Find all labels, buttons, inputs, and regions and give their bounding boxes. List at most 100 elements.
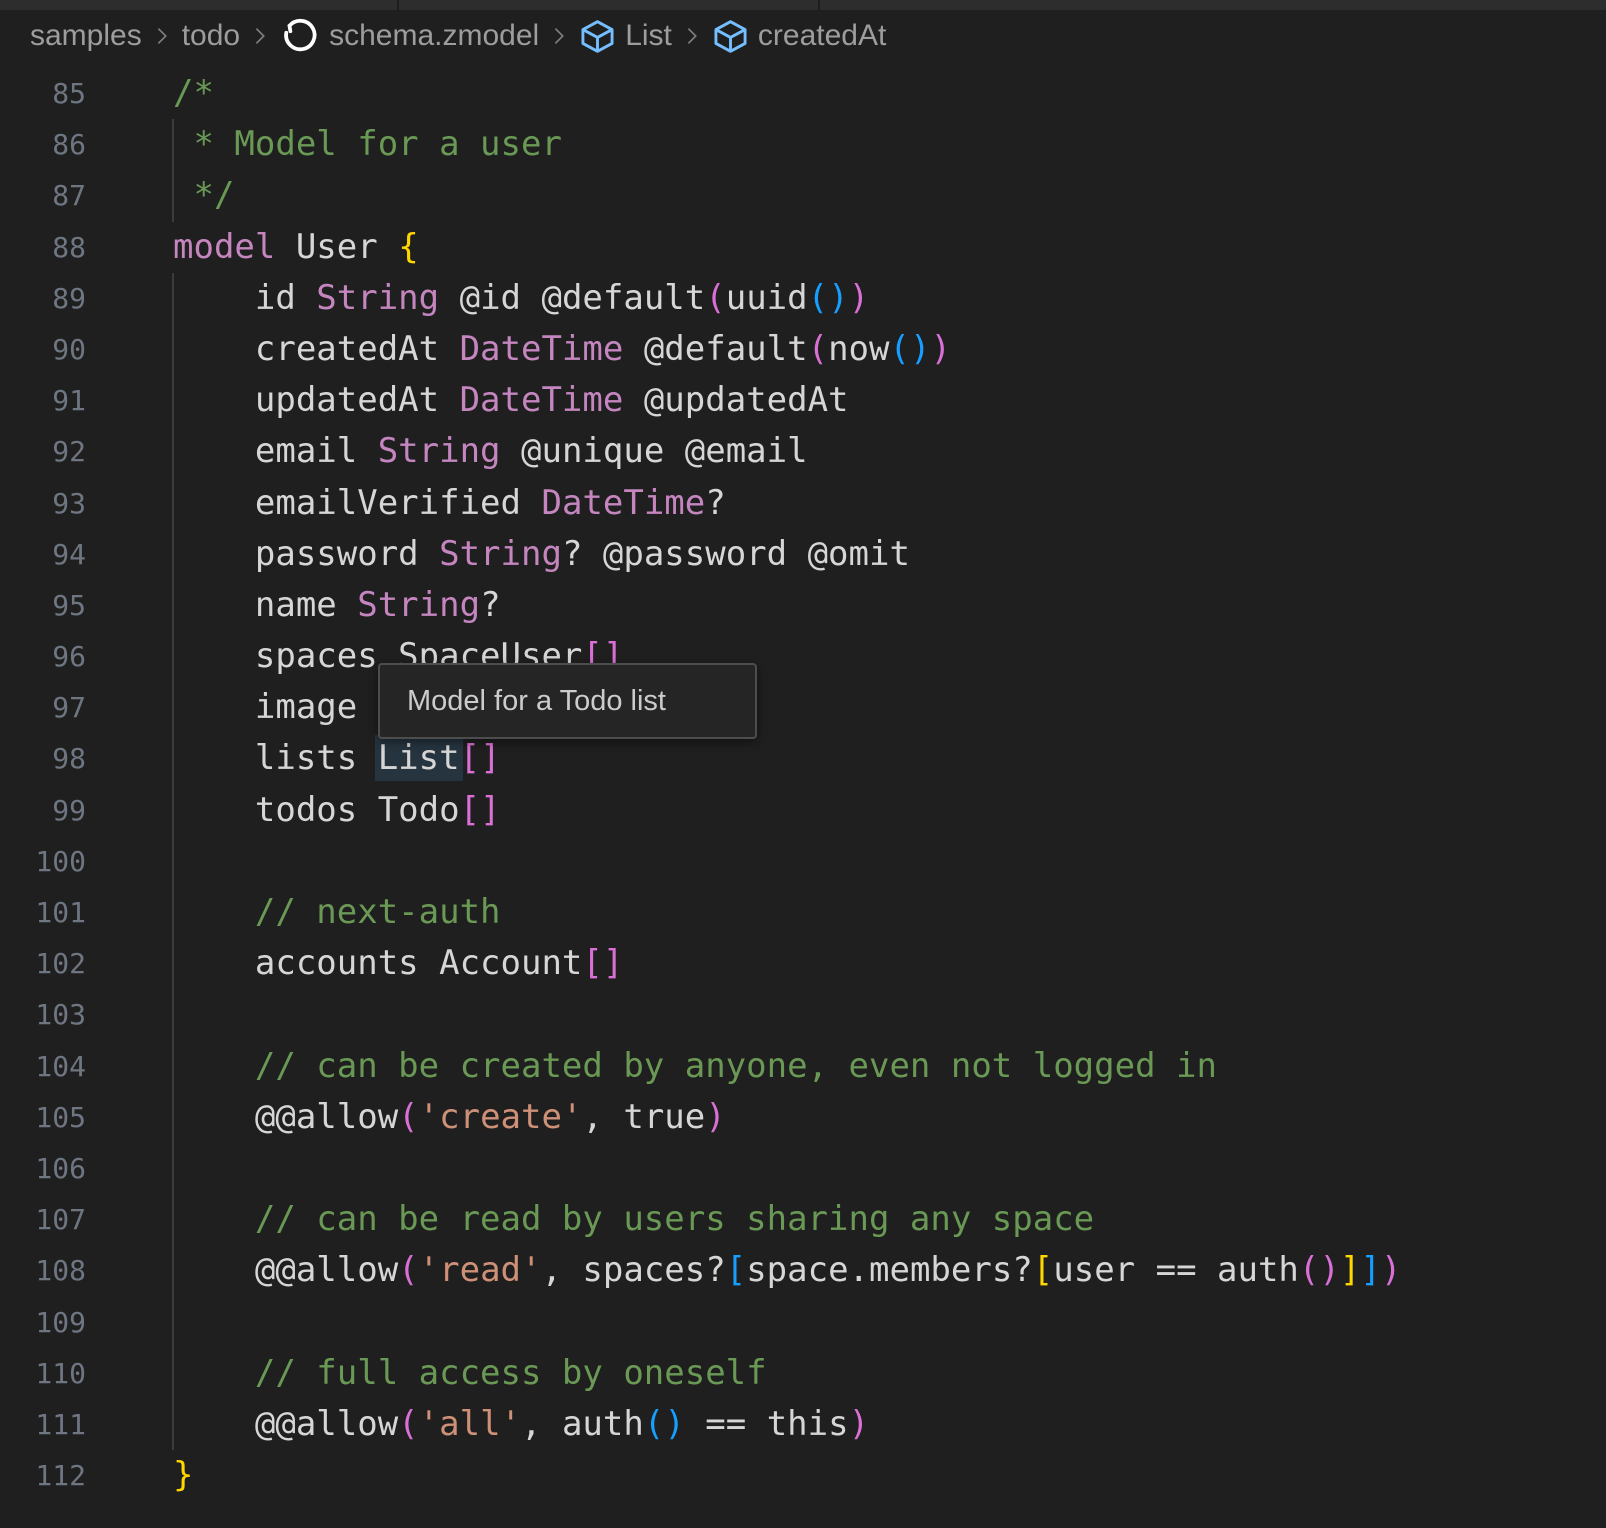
code-text[interactable]: image: [173, 682, 357, 733]
code-text[interactable]: id String @id @default(uuid()): [173, 273, 869, 324]
breadcrumb-item-samples[interactable]: samples: [30, 19, 142, 53]
code-line: 106: [0, 1143, 1606, 1194]
symbol-cube-icon: [712, 18, 749, 55]
line-number[interactable]: 93: [0, 478, 86, 529]
line-number[interactable]: 92: [0, 426, 86, 477]
code-line: 88 model User {: [0, 222, 1606, 273]
line-number[interactable]: 104: [0, 1041, 86, 1092]
chevron-right-icon: [682, 21, 702, 51]
code-line: 101 // next-auth: [0, 887, 1606, 938]
breadcrumb-item-createdat[interactable]: createdAt: [758, 19, 886, 53]
hover-tooltip-text: Model for a Todo list: [407, 685, 666, 718]
line-number[interactable]: 86: [0, 119, 86, 170]
code-line: 92 email String @unique @email: [0, 426, 1606, 477]
line-number[interactable]: 95: [0, 580, 86, 631]
line-number[interactable]: 90: [0, 324, 86, 375]
line-number[interactable]: 97: [0, 682, 86, 733]
line-number[interactable]: 109: [0, 1297, 86, 1348]
line-number[interactable]: 88: [0, 222, 86, 273]
breadcrumb-item-todo[interactable]: todo: [182, 19, 240, 53]
code-text[interactable]: email String @unique @email: [173, 426, 808, 477]
hover-tooltip: Model for a Todo list: [378, 663, 757, 739]
code-text[interactable]: createdAt DateTime @default(now()): [173, 324, 951, 375]
sync-icon: [280, 16, 320, 56]
code-text[interactable]: * Model for a user: [173, 119, 562, 170]
indent-guide-line: [172, 989, 174, 1040]
line-number[interactable]: 100: [0, 836, 86, 887]
line-number[interactable]: 89: [0, 273, 86, 324]
line-number[interactable]: 107: [0, 1194, 86, 1245]
code-text[interactable]: emailVerified DateTime?: [173, 478, 726, 529]
code-text[interactable]: @@allow('read', spaces?[space.members?[u…: [173, 1245, 1401, 1296]
code-line: 85 /*: [0, 68, 1606, 119]
chevron-right-icon: [549, 21, 569, 51]
code-line: 109: [0, 1297, 1606, 1348]
line-number[interactable]: 103: [0, 989, 86, 1040]
code-line: 100: [0, 836, 1606, 887]
code-text[interactable]: @@allow('all', auth() == this): [173, 1399, 869, 1450]
code-text[interactable]: }: [173, 1450, 193, 1501]
breadcrumb-item-list[interactable]: List: [625, 19, 672, 53]
code-line: 98 lists List[]: [0, 733, 1606, 784]
line-number[interactable]: 106: [0, 1143, 86, 1194]
code-line: 110 // full access by oneself: [0, 1348, 1606, 1399]
line-number[interactable]: 87: [0, 170, 86, 221]
symbol-cube-icon: [579, 18, 616, 55]
code-line: 93 emailVerified DateTime?: [0, 478, 1606, 529]
line-number[interactable]: 96: [0, 631, 86, 682]
line-number[interactable]: 102: [0, 938, 86, 989]
code-line: 97 image: [0, 682, 1606, 733]
chevron-right-icon: [152, 21, 172, 51]
code-line: 104 // can be created by anyone, even no…: [0, 1041, 1606, 1092]
code-text[interactable]: model User {: [173, 222, 419, 273]
code-line: 96 spaces SpaceUser[]: [0, 631, 1606, 682]
code-line: 86 * Model for a user: [0, 119, 1606, 170]
breadcrumb-item-schema-zmodel[interactable]: schema.zmodel: [329, 19, 539, 53]
code-line: 90 createdAt DateTime @default(now()): [0, 324, 1606, 375]
code-line: 102 accounts Account[]: [0, 938, 1606, 989]
code-text[interactable]: updatedAt DateTime @updatedAt: [173, 375, 849, 426]
line-number[interactable]: 108: [0, 1245, 86, 1296]
line-number[interactable]: 85: [0, 68, 86, 119]
code-text[interactable]: // full access by oneself: [173, 1348, 767, 1399]
breadcrumb: samples todo schema.zmodel List createdAt: [0, 10, 1606, 62]
code-text[interactable]: accounts Account[]: [173, 938, 623, 989]
line-number[interactable]: 110: [0, 1348, 86, 1399]
code-text[interactable]: lists List[]: [173, 733, 501, 784]
code-text[interactable]: name String?: [173, 580, 501, 631]
line-number[interactable]: 111: [0, 1399, 86, 1450]
code-line: 112}: [0, 1450, 1606, 1501]
code-line: 91 updatedAt DateTime @updatedAt: [0, 375, 1606, 426]
tab-divider: [397, 0, 399, 10]
line-number[interactable]: 112: [0, 1450, 86, 1501]
code-text[interactable]: /*: [173, 68, 214, 119]
code-editor[interactable]: 85/*86 * Model for a user87 */88model Us…: [0, 62, 1606, 1528]
code-line: 99 todos Todo[]: [0, 785, 1606, 836]
code-line: 105 @@allow('create', true): [0, 1092, 1606, 1143]
tab-bar-strip: [0, 0, 1606, 10]
line-number[interactable]: 101: [0, 887, 86, 938]
line-number[interactable]: 105: [0, 1092, 86, 1143]
code-line: 89 id String @id @default(uuid()): [0, 273, 1606, 324]
indent-guide-line: [172, 1297, 174, 1348]
code-text[interactable]: // next-auth: [173, 887, 501, 938]
code-line: 94 password String? @password @omit: [0, 529, 1606, 580]
code-text[interactable]: // can be created by anyone, even not lo…: [173, 1041, 1217, 1092]
chevron-right-icon: [250, 21, 270, 51]
line-number[interactable]: 91: [0, 375, 86, 426]
word-highlight: List: [378, 738, 460, 778]
line-number[interactable]: 99: [0, 785, 86, 836]
code-line: 87 */: [0, 170, 1606, 221]
line-number[interactable]: 98: [0, 733, 86, 784]
code-line: 95 name String?: [0, 580, 1606, 631]
indent-guide-line: [172, 836, 174, 887]
tab-divider: [818, 0, 820, 10]
indent-guide-line: [172, 1143, 174, 1194]
code-text[interactable]: */: [173, 170, 234, 221]
code-line: 108 @@allow('read', spaces?[space.member…: [0, 1245, 1606, 1296]
code-text[interactable]: // can be read by users sharing any spac…: [173, 1194, 1094, 1245]
line-number[interactable]: 94: [0, 529, 86, 580]
code-text[interactable]: todos Todo[]: [173, 785, 501, 836]
code-text[interactable]: password String? @password @omit: [173, 529, 910, 580]
code-text[interactable]: @@allow('create', true): [173, 1092, 726, 1143]
